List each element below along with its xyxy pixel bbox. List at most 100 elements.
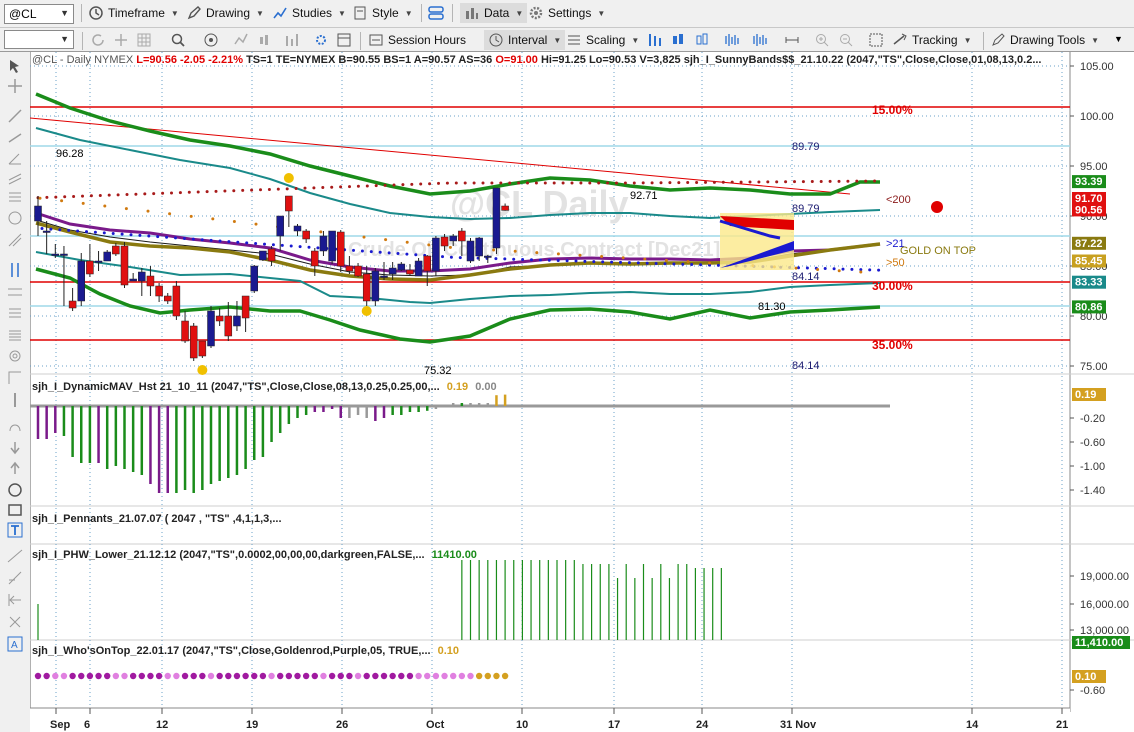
chart-type-icon[interactable] (258, 32, 274, 48)
blue-dot-marker (521, 257, 525, 261)
red-dot-marker (134, 192, 138, 196)
arrow-down-icon[interactable] (7, 440, 23, 456)
blue-dot-marker (49, 227, 53, 231)
who-dot (277, 672, 284, 680)
text-icon[interactable] (7, 522, 23, 538)
main-toolbar: @CL ▼ Timeframe ▼ Drawing ▼ Studies ▼ Style… (0, 0, 1134, 28)
symbol-input[interactable]: @CL ▼ (4, 4, 74, 24)
candle-body (86, 260, 94, 275)
delete-icon[interactable] (7, 614, 23, 630)
blue-dot-marker (120, 232, 124, 236)
chart-area[interactable]: 105.00100.0095.0090.0085.0080.0075.00@CL… (30, 52, 1134, 732)
gear-icon (529, 6, 543, 20)
bar-chart-icon[interactable] (284, 32, 300, 48)
settings-menu[interactable]: Settings ▼ (528, 3, 605, 23)
interval-menu[interactable]: Interval ▼ (484, 30, 566, 50)
candle-body (94, 260, 103, 263)
chevron-down-icon[interactable]: ▼ (60, 34, 69, 44)
studies-menu[interactable]: Studies ▼ (272, 3, 346, 23)
horizontal-line-icon[interactable] (7, 284, 23, 300)
left-arrow-icon[interactable] (7, 592, 23, 608)
overflow-chevron-icon[interactable]: ▼ (1114, 34, 1123, 44)
bars-wide-icon[interactable] (752, 32, 768, 48)
candle-body (293, 225, 302, 232)
link-icon[interactable] (428, 5, 444, 21)
ellipse-icon[interactable] (7, 482, 23, 498)
draw-icon[interactable] (233, 32, 249, 48)
blue-dot-marker (574, 259, 578, 263)
measure-icon[interactable] (7, 370, 23, 386)
bars-narrow-icon[interactable] (724, 32, 740, 48)
rectangle-icon[interactable] (7, 502, 23, 518)
time-axis-label: 14 (966, 719, 979, 731)
price-badge-label: 83.33 (1075, 277, 1103, 289)
red-dot-marker (801, 180, 805, 184)
scaling-menu[interactable]: Scaling ▼ (566, 30, 639, 50)
who-dot (294, 672, 301, 680)
style-label: Style (372, 6, 399, 20)
time-axis-label: 26 (336, 719, 348, 731)
data-menu[interactable]: Data ▼ (460, 3, 528, 23)
fib-icon[interactable] (7, 190, 23, 206)
refresh-icon[interactable] (90, 32, 106, 48)
channel-icon[interactable] (7, 170, 23, 186)
candle-body (449, 235, 457, 242)
vertical-line-icon[interactable] (7, 262, 23, 278)
red-dot-marker (481, 181, 485, 185)
settings-icon[interactable] (313, 32, 329, 48)
drawing-tools-menu[interactable]: Drawing Tools ▼ (990, 30, 1099, 50)
session-hours-button[interactable]: Session Hours (368, 30, 466, 50)
chevron-down-icon[interactable]: ▼ (60, 8, 69, 18)
spiral-icon[interactable] (7, 348, 23, 364)
red-dot-marker (205, 190, 209, 194)
tracking-menu[interactable]: Tracking ▼ (892, 30, 972, 50)
timeframe-menu[interactable]: Timeframe ▼ (88, 3, 179, 23)
red-dot-marker (588, 181, 592, 185)
pitchfork-icon[interactable] (7, 232, 23, 248)
grid-icon[interactable] (136, 32, 152, 48)
zoom-in-icon[interactable] (814, 32, 830, 48)
text-cursor-icon[interactable] (7, 392, 23, 408)
style-menu[interactable]: Style ▼ (352, 3, 413, 23)
arc-icon[interactable] (7, 418, 23, 434)
candle-body (112, 245, 120, 255)
orange-dot-marker (81, 201, 85, 205)
who-badge-label: 0.10 (1075, 671, 1096, 683)
ray-icon[interactable] (7, 130, 23, 146)
red-dot-marker (463, 181, 467, 185)
candle-style-icon[interactable] (670, 32, 686, 48)
secondary-toolbar: ▼ Session Hours Interval ▼ Scaling ▼ Track… (0, 28, 1134, 52)
target-icon[interactable] (203, 32, 219, 48)
zoom-icon[interactable] (170, 32, 186, 48)
trendline-icon[interactable] (7, 108, 23, 124)
crosshair-icon[interactable] (7, 78, 23, 94)
zoom-out-icon[interactable] (838, 32, 854, 48)
gann-icon[interactable] (7, 210, 23, 226)
style-icon (354, 6, 366, 20)
alert-icon[interactable]: A (7, 636, 23, 652)
who-dot (225, 672, 232, 680)
space-icon[interactable] (784, 32, 800, 48)
drawing-menu[interactable]: Drawing ▼ (186, 3, 264, 23)
crosshair-icon[interactable] (113, 32, 129, 48)
who-dot (467, 672, 474, 680)
hollow-candle-icon[interactable] (694, 32, 710, 48)
list-icon[interactable] (7, 328, 23, 344)
eraser-icon[interactable] (7, 570, 23, 586)
cursor-icon[interactable] (7, 58, 23, 74)
who-dot (34, 672, 42, 680)
blue-dot-marker (307, 245, 311, 249)
orange-dot-marker (708, 261, 712, 265)
arrow-up-icon[interactable] (7, 460, 23, 476)
interval-combo[interactable]: ▼ (4, 30, 74, 49)
header-study: sjh_I_SunnyBands$$_21.10.22 (2047,"TS",C… (683, 54, 1042, 66)
layout-icon[interactable] (868, 32, 884, 48)
sheet-icon[interactable] (7, 306, 23, 322)
red-dot-marker (810, 180, 814, 184)
line-tool-icon[interactable] (7, 548, 23, 564)
template-icon[interactable] (336, 32, 352, 48)
bars-style-icon[interactable] (646, 32, 662, 48)
angle-icon[interactable] (7, 150, 23, 166)
candle-body (146, 275, 155, 287)
who-dot (389, 672, 396, 680)
